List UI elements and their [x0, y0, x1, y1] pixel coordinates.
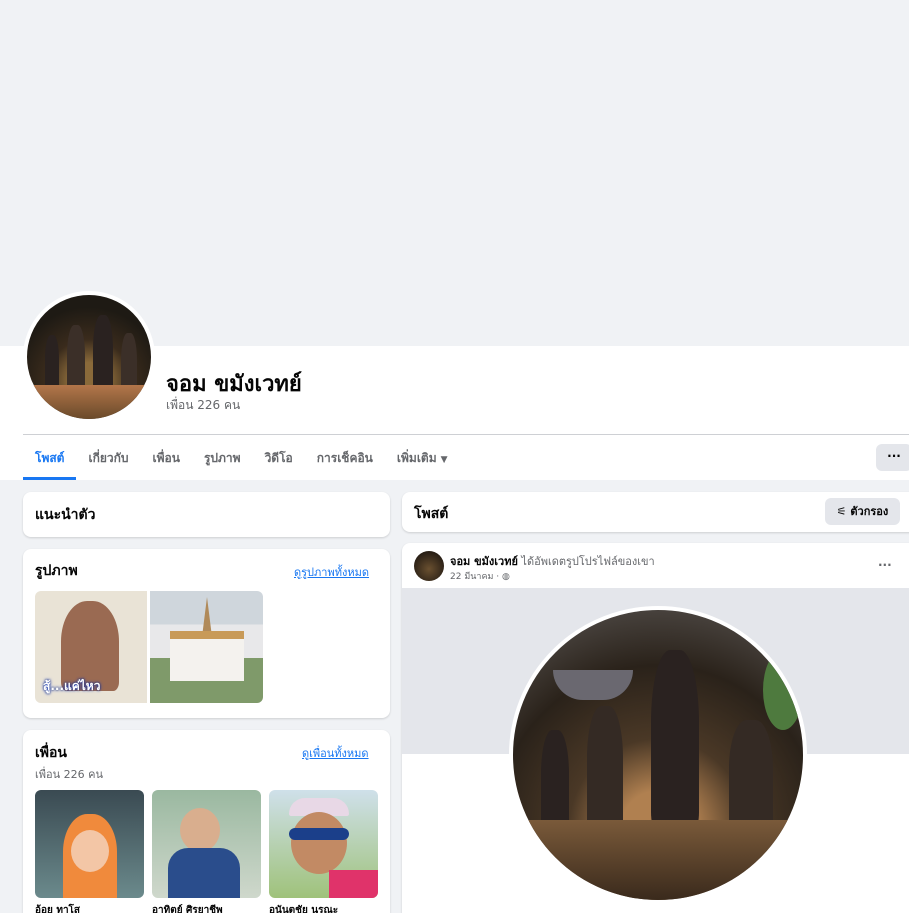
friends-title: เพื่อน	[35, 745, 67, 761]
friend-photo[interactable]	[269, 790, 378, 898]
profile-avatar[interactable]	[23, 291, 155, 423]
post-date[interactable]: 22 มีนาคม · ◍	[450, 569, 510, 583]
friend-photo[interactable]	[152, 790, 261, 898]
photo-thumbnail[interactable]	[150, 591, 263, 703]
friend-name[interactable]: อ้อย ทาโส	[35, 903, 80, 913]
post-author-line: จอม ขมังเวทย์ ได้อัพเดตรูปโปรไฟล์ของเขา	[450, 552, 655, 570]
tab-more[interactable]: เพิ่มเติม ▼	[385, 438, 460, 478]
friend-name[interactable]: อาทิตย์ ศิรยาชีพ	[152, 903, 223, 913]
header-divider	[23, 434, 909, 435]
filter-button[interactable]: ⚟ ตัวกรอง	[825, 498, 900, 525]
tab-videos[interactable]: วิดีโอ	[253, 438, 305, 478]
profile-tabs: โพสต์ เกี่ยวกับ เพื่อน รูปภาพ วิดีโอ การ…	[23, 438, 460, 480]
profile-friends-count[interactable]: เพื่อน 226 คน	[166, 396, 240, 415]
tab-photos[interactable]: รูปภาพ	[192, 438, 253, 478]
filter-icon: ⚟	[836, 505, 851, 518]
profile-more-button[interactable]: ···	[876, 444, 909, 471]
tab-posts[interactable]: โพสต์	[23, 438, 77, 480]
intro-card: แนะนำตัว	[23, 492, 390, 537]
post-author-name[interactable]: จอม ขมังเวทย์	[450, 555, 518, 568]
posts-title: โพสต์	[414, 506, 449, 522]
post-menu-button[interactable]: ···	[878, 558, 892, 572]
tab-checkins[interactable]: การเช็คอิน	[305, 438, 385, 478]
post-profile-photo[interactable]	[509, 606, 807, 904]
post-date-text: 22 มีนาคม ·	[450, 572, 500, 582]
globe-icon: ◍	[502, 572, 510, 582]
photo-caption: สู้...แค่ไหว	[43, 679, 101, 693]
friends-card-count: เพื่อน 226 คน	[35, 768, 104, 781]
see-all-photos-link[interactable]: ดูรูปภาพทั้งหมด	[294, 563, 369, 581]
post-action-text: ได้อัพเดตรูปโปรไฟล์ของเขา	[517, 555, 655, 568]
filter-label: ตัวกรอง	[850, 505, 889, 518]
photos-title: รูปภาพ	[35, 563, 78, 579]
chevron-down-icon: ▼	[440, 455, 448, 465]
friends-card: เพื่อน เพื่อน 226 คน ดูเพื่อนทั้งหมด อ้อ…	[23, 730, 390, 913]
photo-thumbnail[interactable]: สู้...แค่ไหว	[35, 591, 147, 703]
photos-card: รูปภาพ ดูรูปภาพทั้งหมด สู้...แค่ไหว	[23, 549, 390, 718]
post-author-avatar[interactable]	[414, 551, 444, 581]
friend-name[interactable]: อนันตชัย นุรณะ	[269, 903, 338, 913]
intro-title: แนะนำตัว	[35, 507, 96, 523]
tab-more-label: เพิ่มเติม	[396, 451, 437, 465]
tab-friends[interactable]: เพื่อน	[141, 438, 192, 478]
cover-photo[interactable]	[0, 0, 909, 346]
see-all-friends-link[interactable]: ดูเพื่อนทั้งหมด	[302, 744, 369, 762]
friend-photo[interactable]	[35, 790, 144, 898]
tab-about[interactable]: เกี่ยวกับ	[76, 438, 140, 478]
